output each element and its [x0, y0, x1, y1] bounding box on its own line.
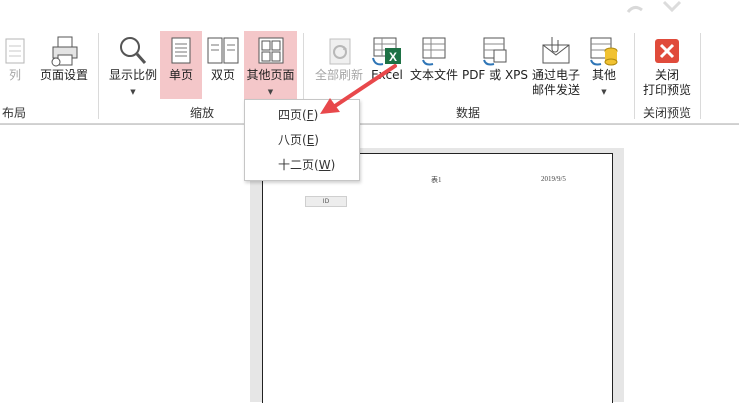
table-header-cell: ID [305, 196, 347, 207]
other-export-label: 其他 [591, 68, 616, 82]
single-page-button[interactable]: 单页 [160, 31, 202, 99]
menu-item-eight-pages[interactable]: 八页(E) [245, 128, 359, 152]
group-separator [634, 33, 635, 119]
page-header-title: 表1 [431, 176, 442, 184]
close-preview-label-1: 关闭 [654, 68, 679, 82]
chevron-down-icon: ▼ [267, 88, 274, 96]
two-pages-label: 双页 [210, 68, 235, 82]
group-label-close: 关闭预览 [642, 106, 691, 120]
group-label-layout: 布局 [1, 106, 26, 120]
group-separator [98, 33, 99, 119]
two-pages-icon [207, 37, 239, 64]
two-pages-button[interactable]: 双页 [203, 33, 243, 99]
email-attachment-icon [542, 37, 570, 64]
more-pages-button[interactable]: 其他页面 ▼ [244, 31, 297, 99]
close-icon [655, 39, 679, 63]
close-preview-button[interactable]: 关闭 打印预览 [639, 33, 695, 103]
chevron-down-icon: ▼ [130, 88, 136, 96]
email-send-button[interactable]: 通过电子 邮件发送 [528, 33, 584, 103]
page-setup-label: 页面设置 [39, 68, 88, 82]
zoom-ratio-label: 显示比例 [108, 68, 157, 82]
menu-item-twelve-pages[interactable]: 十二页(W) [245, 153, 359, 177]
single-page-icon [171, 37, 191, 64]
printer-settings-icon [51, 36, 78, 67]
annotation-arrow-icon [320, 64, 397, 114]
pdf-xps-button[interactable]: PDF 或 XPS [461, 33, 529, 103]
window-shape-icon [626, 0, 682, 13]
group-separator [700, 33, 701, 119]
column-icon [5, 38, 25, 64]
title-bar-strip [0, 0, 739, 30]
single-page-label: 单页 [168, 68, 193, 82]
text-file-icon [422, 37, 446, 66]
column-label: 列 [8, 68, 21, 82]
more-pages-label: 其他页面 [246, 68, 295, 82]
email-send-label-2: 邮件发送 [531, 83, 580, 97]
text-file-button[interactable]: 文本文件 [408, 33, 460, 103]
chevron-down-icon: ▼ [601, 88, 607, 96]
other-export-button[interactable]: 其他 ▼ [586, 33, 622, 103]
zoom-ratio-button[interactable]: 显示比例 ▼ [105, 33, 161, 103]
email-send-label-1: 通过电子 [531, 68, 580, 82]
group-label-data: 数据 [455, 106, 480, 120]
page-header-date: 2019/9/5 [541, 175, 566, 183]
page-setup-button[interactable]: 页面设置 [36, 33, 92, 103]
close-preview-label-2: 打印预览 [642, 83, 691, 97]
text-file-label: 文本文件 [409, 68, 458, 82]
column-button[interactable]: 列 [0, 33, 30, 103]
pdf-xps-icon [483, 37, 507, 66]
group-label-zoom: 缩放 [189, 106, 214, 120]
magnifier-icon [120, 37, 147, 64]
preview-page[interactable]: 表1 2019/9/5 ID [262, 153, 613, 403]
multi-pages-icon [258, 37, 283, 64]
pdf-xps-label: PDF 或 XPS [461, 68, 529, 82]
database-icon [590, 37, 618, 66]
